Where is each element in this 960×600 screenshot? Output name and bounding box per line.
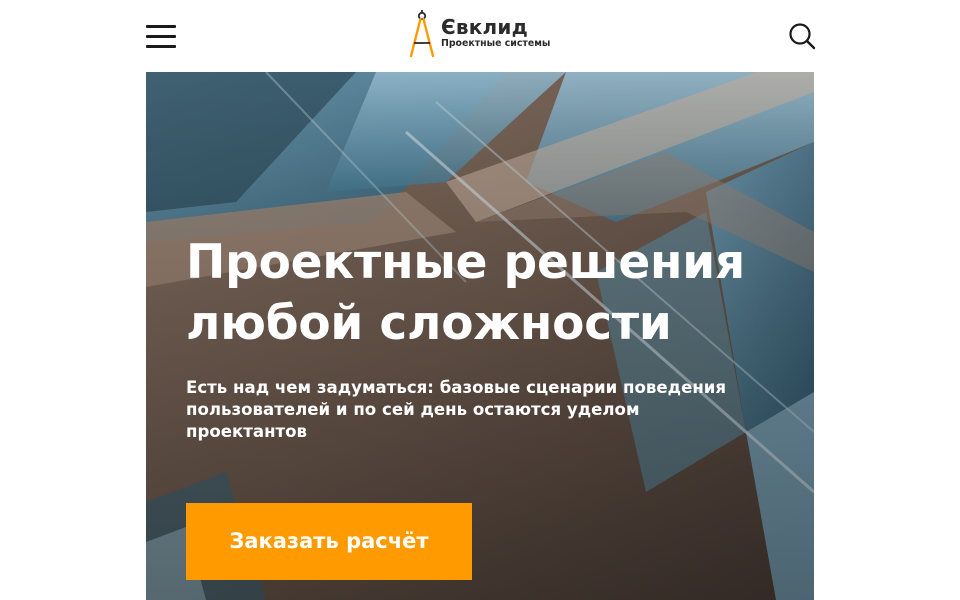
hero-banner: Проектные решения любой сложности Есть на… [146, 72, 814, 600]
search-icon[interactable] [788, 22, 816, 50]
site-header: Євклид Проектные системы [146, 0, 816, 72]
logo-title: Євклид [441, 15, 528, 39]
hero-title-line-1: Проектные решения [186, 235, 745, 290]
hero-title-line-2: любой сложности [186, 296, 672, 351]
hero-description: Есть над чем задуматься: базовые сценари… [186, 378, 727, 441]
logo-subtitle: Проектные системы [441, 38, 551, 49]
menu-bar [146, 25, 176, 28]
menu-bar [146, 35, 176, 38]
site-logo[interactable]: Євклид Проектные системы [408, 8, 568, 60]
hero-title: Проектные решения любой сложности [186, 232, 786, 354]
menu-bar [146, 45, 176, 48]
hamburger-menu-icon[interactable] [146, 24, 176, 48]
compass-drafting-icon [409, 10, 435, 58]
order-calculation-button[interactable]: Заказать расчёт [186, 503, 472, 580]
